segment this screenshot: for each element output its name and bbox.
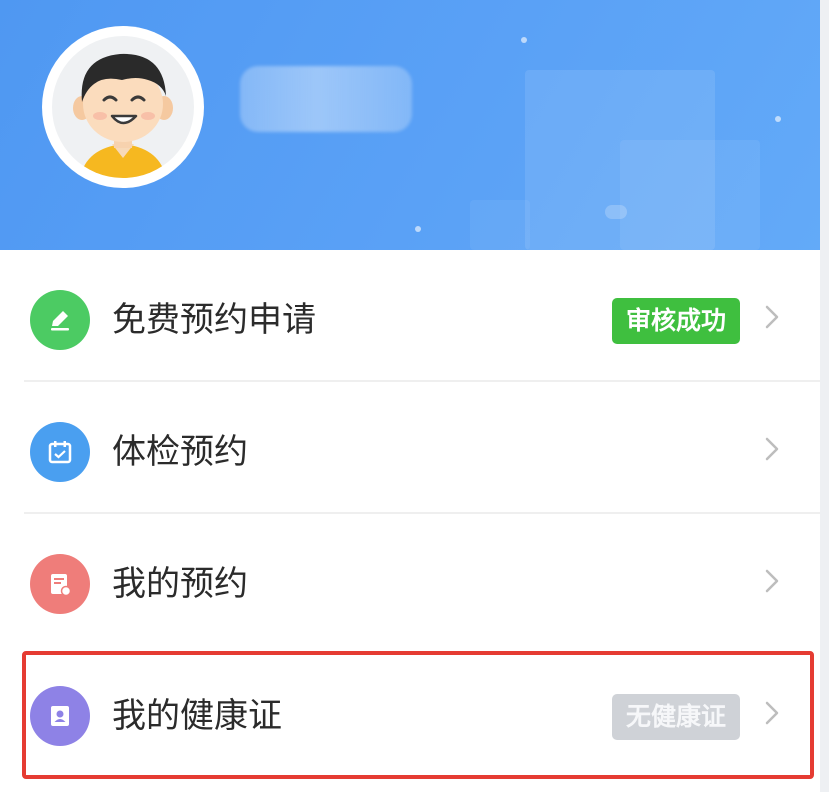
menu-item-label: 免费预约申请 (112, 300, 316, 340)
username-pixelated (240, 66, 412, 132)
header-sparkle (775, 116, 781, 122)
profile-header (0, 0, 829, 250)
menu-item-free-appointment[interactable]: 免费预约申请 审核成功 (0, 250, 820, 382)
header-sparkle (605, 205, 627, 219)
header-decoration (620, 140, 760, 250)
chevron-right-icon (765, 437, 779, 461)
id-card-icon (30, 686, 90, 746)
header-sparkle (415, 226, 421, 232)
menu-item-my-appointments[interactable]: 我的预约 (0, 514, 820, 646)
menu-item-label: 我的健康证 (112, 696, 282, 736)
edge-strip (820, 0, 829, 792)
chevron-right-icon (765, 305, 779, 329)
menu-list: 免费预约申请 审核成功 体检预约 我的预约 (0, 250, 820, 646)
calendar-icon (30, 422, 90, 482)
boy-avatar-icon (52, 36, 194, 178)
menu-item-exam-appointment[interactable]: 体检预约 (0, 382, 820, 514)
header-sparkle (521, 37, 527, 43)
status-badge: 无健康证 (611, 694, 740, 740)
chevron-right-icon (765, 701, 779, 725)
menu-item-my-health-certificate[interactable]: 我的健康证 无健康证 (0, 652, 820, 784)
status-badge: 审核成功 (611, 298, 740, 344)
chevron-right-icon (765, 569, 779, 593)
menu-item-label: 我的预约 (112, 564, 248, 604)
pencil-icon (30, 290, 90, 350)
menu-item-label: 体检预约 (112, 432, 248, 472)
header-decoration (470, 200, 530, 250)
document-icon (30, 554, 90, 614)
avatar[interactable] (42, 26, 204, 188)
